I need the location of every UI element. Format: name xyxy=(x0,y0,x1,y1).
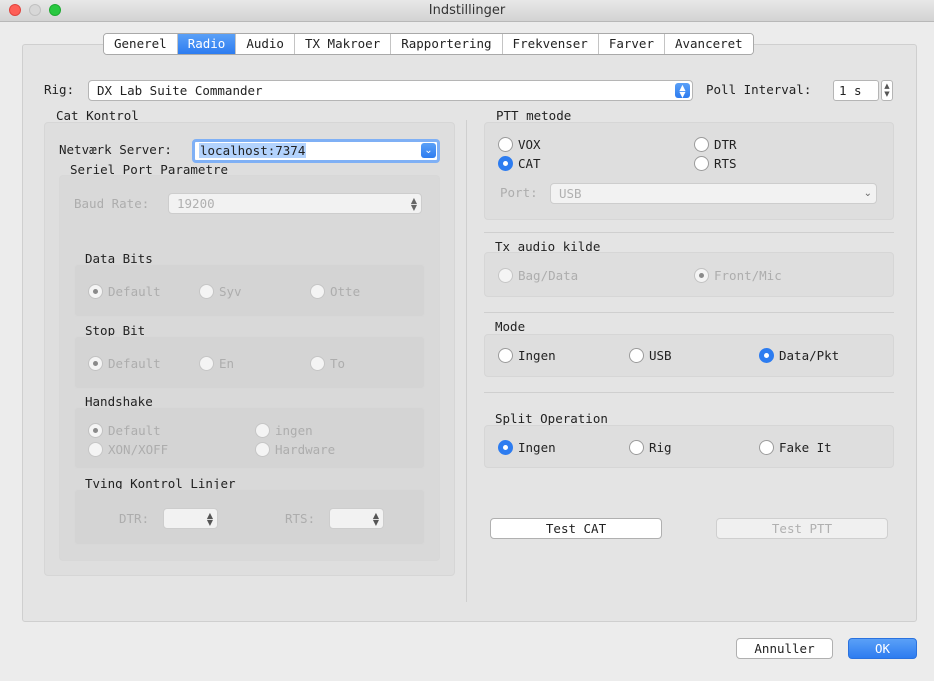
dtr-select[interactable]: ▲ ▼ xyxy=(163,508,218,529)
network-server-input[interactable]: localhost:7374 ⌄ xyxy=(192,139,440,163)
mode-data-pkt-radio[interactable] xyxy=(759,348,774,363)
ptt-rts-radio[interactable] xyxy=(694,156,709,171)
test-cat-button[interactable]: Test CAT xyxy=(490,518,662,539)
mode-ingen-label: Ingen xyxy=(518,348,556,363)
handshake-default-radio[interactable] xyxy=(88,423,103,438)
mode-usb-label: USB xyxy=(649,348,672,363)
port-value: USB xyxy=(559,186,582,201)
split-ingen-label: Ingen xyxy=(518,440,556,455)
mode-usb-radio[interactable] xyxy=(629,348,644,363)
data-bits-syv-label: Syv xyxy=(219,284,242,299)
poll-interval-label: Poll Interval: xyxy=(706,82,812,97)
stop-bit-to-label: To xyxy=(330,356,346,371)
ptt-group xyxy=(484,122,894,220)
tx-audio-front-mic-label: Front/Mic xyxy=(714,268,782,283)
tab-farver[interactable]: Farver xyxy=(598,34,665,54)
handshake-group xyxy=(74,407,425,469)
mode-ingen-radio[interactable] xyxy=(498,348,513,363)
tab-generel[interactable]: Generel xyxy=(104,34,178,54)
poll-interval-stepper[interactable]: ▲ ▼ xyxy=(881,80,893,101)
stop-bit-default-label: Default xyxy=(108,356,161,371)
chevron-down-icon: ⌄ xyxy=(421,143,436,158)
chevron-updown-icon: ▲ ▼ xyxy=(372,511,379,527)
tx-audio-bag-data-radio[interactable] xyxy=(498,268,513,283)
data-bits-syv-radio[interactable] xyxy=(199,284,214,299)
tx-audio-front-mic-radio[interactable] xyxy=(694,268,709,283)
stop-bit-to-radio[interactable] xyxy=(310,356,325,371)
dtr-label: DTR: xyxy=(119,511,150,526)
split-fake-it-label: Fake It xyxy=(779,440,832,455)
split-fake-it-radio[interactable] xyxy=(759,440,774,455)
handshake-hardware-label: Hardware xyxy=(275,442,336,457)
chevron-down-icon: ⌄ xyxy=(863,188,872,199)
chevron-updown-icon: ▲ ▼ xyxy=(410,196,417,212)
ptt-title: PTT metode xyxy=(496,108,572,123)
network-server-value: localhost:7374 xyxy=(199,143,307,158)
tab-avanceret[interactable]: Avanceret xyxy=(664,34,753,54)
stop-bit-en-radio[interactable] xyxy=(199,356,214,371)
ptt-cat-label: CAT xyxy=(518,156,541,171)
handshake-ingen-radio[interactable] xyxy=(255,423,270,438)
rig-label: Rig: xyxy=(44,82,75,97)
data-bits-otte-radio[interactable] xyxy=(310,284,325,299)
split-title: Split Operation xyxy=(495,411,608,426)
rig-select[interactable]: DX Lab Suite Commander ▲ ▼ xyxy=(88,80,693,101)
tab-bar: Generel Radio Audio TX Makroer Rapporter… xyxy=(103,33,754,55)
title-bar: Indstillinger xyxy=(0,0,934,22)
ptt-rts-label: RTS xyxy=(714,156,737,171)
poll-interval-value: 1 s xyxy=(839,83,862,98)
data-bits-default-radio[interactable] xyxy=(88,284,103,299)
rig-value: DX Lab Suite Commander xyxy=(97,83,263,98)
split-ingen-radio[interactable] xyxy=(498,440,513,455)
data-bits-otte-label: Otte xyxy=(330,284,361,299)
tab-tx-makroer[interactable]: TX Makroer xyxy=(294,34,392,54)
vertical-divider xyxy=(466,120,467,602)
port-label: Port: xyxy=(500,185,538,200)
ptt-dtr-label: DTR xyxy=(714,137,737,152)
divider xyxy=(484,312,894,313)
window-title: Indstillinger xyxy=(428,3,506,18)
network-server-label: Netværk Server: xyxy=(59,142,172,157)
baud-rate-label: Baud Rate: xyxy=(74,196,150,211)
ok-button[interactable]: OK xyxy=(848,638,917,659)
handshake-default-label: Default xyxy=(108,423,161,438)
data-bits-default-label: Default xyxy=(108,284,161,299)
ptt-vox-radio[interactable] xyxy=(498,137,513,152)
split-rig-label: Rig xyxy=(649,440,672,455)
handshake-hardware-radio[interactable] xyxy=(255,442,270,457)
tab-radio[interactable]: Radio xyxy=(177,34,237,54)
rts-select[interactable]: ▲ ▼ xyxy=(329,508,384,529)
tab-rapportering[interactable]: Rapportering xyxy=(391,34,503,54)
tab-audio[interactable]: Audio xyxy=(236,34,295,54)
cat-kontrol-title: Cat Kontrol xyxy=(56,108,139,123)
ptt-vox-label: VOX xyxy=(518,137,541,152)
poll-interval-input[interactable]: 1 s xyxy=(833,80,879,101)
cancel-button[interactable]: Annuller xyxy=(736,638,833,659)
mode-title: Mode xyxy=(495,319,526,334)
tx-audio-bag-data-label: Bag/Data xyxy=(518,268,579,283)
ptt-dtr-radio[interactable] xyxy=(694,137,709,152)
stop-bit-default-radio[interactable] xyxy=(88,356,103,371)
divider xyxy=(484,232,894,233)
tab-frekvenser[interactable]: Frekvenser xyxy=(502,34,599,54)
divider xyxy=(484,392,894,393)
handshake-xonxoff-label: XON/XOFF xyxy=(108,442,169,457)
mode-data-pkt-label: Data/Pkt xyxy=(779,348,840,363)
handshake-xonxoff-radio[interactable] xyxy=(88,442,103,457)
baud-rate-select[interactable]: 19200 ▲ ▼ xyxy=(168,193,422,214)
ptt-cat-radio[interactable] xyxy=(498,156,513,171)
chevron-updown-icon: ▲ ▼ xyxy=(206,511,213,527)
split-rig-radio[interactable] xyxy=(629,440,644,455)
test-ptt-button[interactable]: Test PTT xyxy=(716,518,888,539)
handshake-ingen-label: ingen xyxy=(275,423,313,438)
chevron-updown-icon: ▲ ▼ xyxy=(675,83,690,99)
baud-rate-value: 19200 xyxy=(177,196,215,211)
stop-bit-en-label: En xyxy=(219,356,235,371)
port-select[interactable]: USB ⌄ xyxy=(550,183,877,204)
rts-label: RTS: xyxy=(285,511,316,526)
